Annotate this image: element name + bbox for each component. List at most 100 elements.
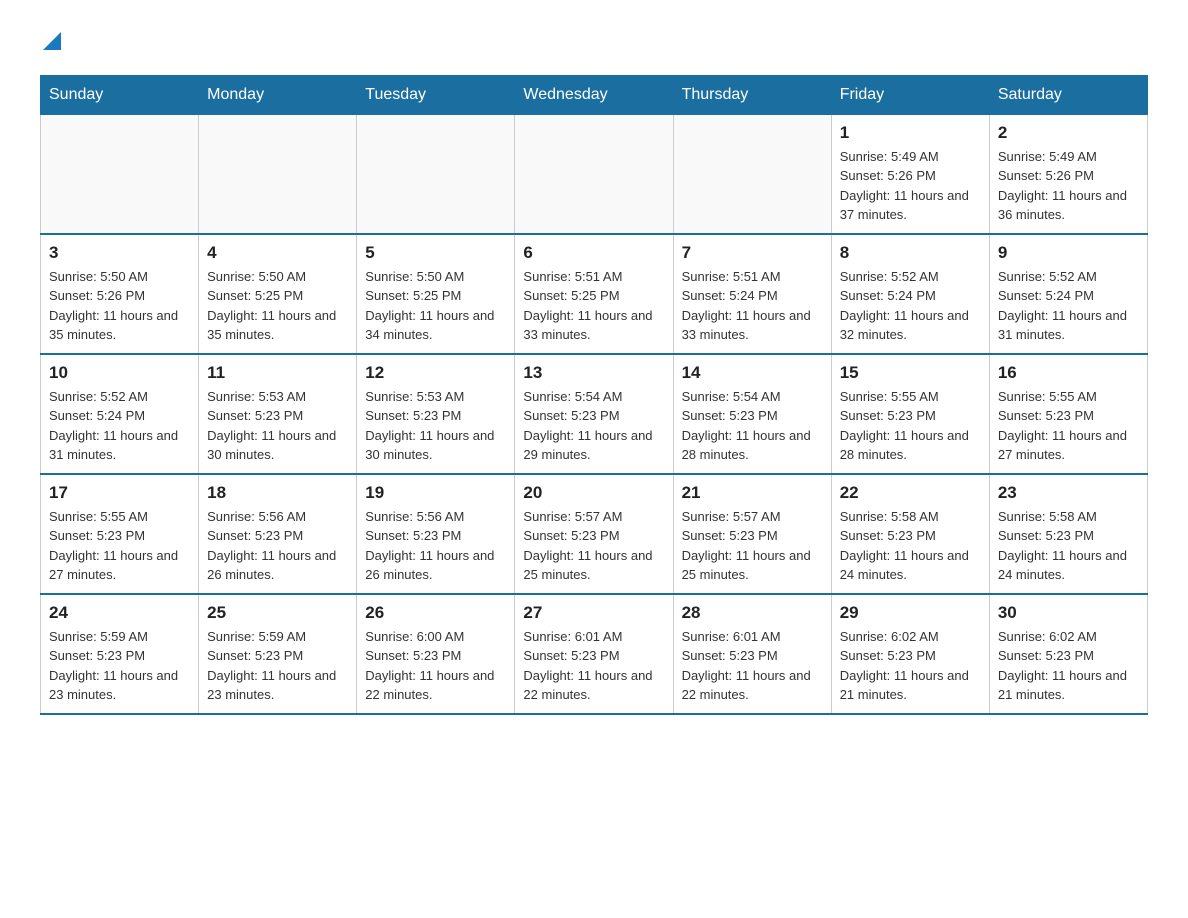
calendar-cell: 15 Sunrise: 5:55 AM Sunset: 5:23 PM Dayli…: [831, 354, 989, 474]
day-number: 14: [682, 363, 823, 383]
day-number: 15: [840, 363, 981, 383]
calendar-week-row: 3 Sunrise: 5:50 AM Sunset: 5:26 PM Daylig…: [41, 234, 1148, 354]
day-number: 22: [840, 483, 981, 503]
sun-info: Sunrise: 5:55 AM Sunset: 5:23 PM Dayligh…: [998, 387, 1139, 465]
sun-info: Sunrise: 5:49 AM Sunset: 5:26 PM Dayligh…: [840, 147, 981, 225]
day-number: 12: [365, 363, 506, 383]
sun-info: Sunrise: 5:59 AM Sunset: 5:23 PM Dayligh…: [207, 627, 348, 705]
day-number: 10: [49, 363, 190, 383]
calendar-cell: 6 Sunrise: 5:51 AM Sunset: 5:25 PM Daylig…: [515, 234, 673, 354]
sun-info: Sunrise: 5:50 AM Sunset: 5:26 PM Dayligh…: [49, 267, 190, 345]
sun-info: Sunrise: 5:57 AM Sunset: 5:23 PM Dayligh…: [523, 507, 664, 585]
calendar-cell: 9 Sunrise: 5:52 AM Sunset: 5:24 PM Daylig…: [989, 234, 1147, 354]
calendar-cell: 25 Sunrise: 5:59 AM Sunset: 5:23 PM Dayli…: [199, 594, 357, 714]
sun-info: Sunrise: 6:00 AM Sunset: 5:23 PM Dayligh…: [365, 627, 506, 705]
calendar-table: SundayMondayTuesdayWednesdayThursdayFrid…: [40, 75, 1148, 715]
sun-info: Sunrise: 5:57 AM Sunset: 5:23 PM Dayligh…: [682, 507, 823, 585]
day-number: 25: [207, 603, 348, 623]
calendar-cell: 24Sunrise: 5:59 AM Sunset: 5:23 PM Dayli…: [41, 594, 199, 714]
sun-info: Sunrise: 5:54 AM Sunset: 5:23 PM Dayligh…: [682, 387, 823, 465]
sun-info: Sunrise: 5:52 AM Sunset: 5:24 PM Dayligh…: [840, 267, 981, 345]
day-number: 11: [207, 363, 348, 383]
day-number: 8: [840, 243, 981, 263]
calendar-cell: 14 Sunrise: 5:54 AM Sunset: 5:23 PM Dayli…: [673, 354, 831, 474]
day-number: 7: [682, 243, 823, 263]
sun-info: Sunrise: 5:50 AM Sunset: 5:25 PM Dayligh…: [365, 267, 506, 345]
calendar-week-row: 1 Sunrise: 5:49 AM Sunset: 5:26 PM Daylig…: [41, 114, 1148, 234]
calendar-cell: 4Sunrise: 5:50 AM Sunset: 5:25 PM Daylig…: [199, 234, 357, 354]
day-number: 1: [840, 123, 981, 143]
calendar-cell: 21 Sunrise: 5:57 AM Sunset: 5:23 PM Dayli…: [673, 474, 831, 594]
weekday-header-friday: Friday: [831, 75, 989, 114]
calendar-cell: [673, 114, 831, 234]
sun-info: Sunrise: 6:02 AM Sunset: 5:23 PM Dayligh…: [840, 627, 981, 705]
calendar-cell: 30 Sunrise: 6:02 AM Sunset: 5:23 PM Dayli…: [989, 594, 1147, 714]
sun-info: Sunrise: 5:56 AM Sunset: 5:23 PM Dayligh…: [207, 507, 348, 585]
calendar-cell: 20Sunrise: 5:57 AM Sunset: 5:23 PM Dayli…: [515, 474, 673, 594]
calendar-cell: 26 Sunrise: 6:00 AM Sunset: 5:23 PM Dayli…: [357, 594, 515, 714]
calendar-cell: 3 Sunrise: 5:50 AM Sunset: 5:26 PM Daylig…: [41, 234, 199, 354]
calendar-cell: 23Sunrise: 5:58 AM Sunset: 5:23 PM Dayli…: [989, 474, 1147, 594]
calendar-week-row: 17 Sunrise: 5:55 AM Sunset: 5:23 PM Dayli…: [41, 474, 1148, 594]
calendar-week-row: 24Sunrise: 5:59 AM Sunset: 5:23 PM Dayli…: [41, 594, 1148, 714]
sun-info: Sunrise: 6:01 AM Sunset: 5:23 PM Dayligh…: [523, 627, 664, 705]
sun-info: Sunrise: 5:49 AM Sunset: 5:26 PM Dayligh…: [998, 147, 1139, 225]
day-number: 6: [523, 243, 664, 263]
sun-info: Sunrise: 5:56 AM Sunset: 5:23 PM Dayligh…: [365, 507, 506, 585]
day-number: 5: [365, 243, 506, 263]
day-number: 26: [365, 603, 506, 623]
calendar-cell: 27Sunrise: 6:01 AM Sunset: 5:23 PM Dayli…: [515, 594, 673, 714]
sun-info: Sunrise: 6:01 AM Sunset: 5:23 PM Dayligh…: [682, 627, 823, 705]
calendar-week-row: 10 Sunrise: 5:52 AM Sunset: 5:24 PM Dayli…: [41, 354, 1148, 474]
calendar-cell: 8 Sunrise: 5:52 AM Sunset: 5:24 PM Daylig…: [831, 234, 989, 354]
day-number: 2: [998, 123, 1139, 143]
day-number: 3: [49, 243, 190, 263]
day-number: 18: [207, 483, 348, 503]
weekday-header-sunday: Sunday: [41, 75, 199, 114]
calendar-cell: 12 Sunrise: 5:53 AM Sunset: 5:23 PM Dayli…: [357, 354, 515, 474]
sun-info: Sunrise: 5:55 AM Sunset: 5:23 PM Dayligh…: [49, 507, 190, 585]
page-header: [40, 30, 1148, 55]
calendar-cell: 11Sunrise: 5:53 AM Sunset: 5:23 PM Dayli…: [199, 354, 357, 474]
sun-info: Sunrise: 5:51 AM Sunset: 5:25 PM Dayligh…: [523, 267, 664, 345]
calendar-cell: 28 Sunrise: 6:01 AM Sunset: 5:23 PM Dayli…: [673, 594, 831, 714]
sun-info: Sunrise: 5:59 AM Sunset: 5:23 PM Dayligh…: [49, 627, 190, 705]
sun-info: Sunrise: 5:55 AM Sunset: 5:23 PM Dayligh…: [840, 387, 981, 465]
calendar-cell: 7 Sunrise: 5:51 AM Sunset: 5:24 PM Daylig…: [673, 234, 831, 354]
day-number: 30: [998, 603, 1139, 623]
sun-info: Sunrise: 5:50 AM Sunset: 5:25 PM Dayligh…: [207, 267, 348, 345]
sun-info: Sunrise: 5:52 AM Sunset: 5:24 PM Dayligh…: [998, 267, 1139, 345]
day-number: 16: [998, 363, 1139, 383]
day-number: 19: [365, 483, 506, 503]
calendar-cell: 16 Sunrise: 5:55 AM Sunset: 5:23 PM Dayli…: [989, 354, 1147, 474]
logo: [40, 30, 61, 55]
sun-info: Sunrise: 5:51 AM Sunset: 5:24 PM Dayligh…: [682, 267, 823, 345]
calendar-cell: 29 Sunrise: 6:02 AM Sunset: 5:23 PM Dayli…: [831, 594, 989, 714]
calendar-cell: [199, 114, 357, 234]
day-number: 28: [682, 603, 823, 623]
day-number: 17: [49, 483, 190, 503]
sun-info: Sunrise: 5:53 AM Sunset: 5:23 PM Dayligh…: [365, 387, 506, 465]
sun-info: Sunrise: 6:02 AM Sunset: 5:23 PM Dayligh…: [998, 627, 1139, 705]
calendar-cell: 5 Sunrise: 5:50 AM Sunset: 5:25 PM Daylig…: [357, 234, 515, 354]
calendar-cell: [41, 114, 199, 234]
calendar-cell: 13 Sunrise: 5:54 AM Sunset: 5:23 PM Dayli…: [515, 354, 673, 474]
calendar-cell: 22 Sunrise: 5:58 AM Sunset: 5:23 PM Dayli…: [831, 474, 989, 594]
day-number: 29: [840, 603, 981, 623]
weekday-header-monday: Monday: [199, 75, 357, 114]
calendar-cell: 19 Sunrise: 5:56 AM Sunset: 5:23 PM Dayli…: [357, 474, 515, 594]
sun-info: Sunrise: 5:52 AM Sunset: 5:24 PM Dayligh…: [49, 387, 190, 465]
calendar-cell: 18 Sunrise: 5:56 AM Sunset: 5:23 PM Dayli…: [199, 474, 357, 594]
weekday-header-tuesday: Tuesday: [357, 75, 515, 114]
weekday-header-saturday: Saturday: [989, 75, 1147, 114]
calendar-header-row: SundayMondayTuesdayWednesdayThursdayFrid…: [41, 75, 1148, 114]
day-number: 21: [682, 483, 823, 503]
calendar-cell: 1 Sunrise: 5:49 AM Sunset: 5:26 PM Daylig…: [831, 114, 989, 234]
day-number: 13: [523, 363, 664, 383]
sun-info: Sunrise: 5:58 AM Sunset: 5:23 PM Dayligh…: [840, 507, 981, 585]
sun-info: Sunrise: 5:54 AM Sunset: 5:23 PM Dayligh…: [523, 387, 664, 465]
day-number: 23: [998, 483, 1139, 503]
logo-arrow-icon: [43, 32, 61, 50]
calendar-cell: [515, 114, 673, 234]
day-number: 9: [998, 243, 1139, 263]
